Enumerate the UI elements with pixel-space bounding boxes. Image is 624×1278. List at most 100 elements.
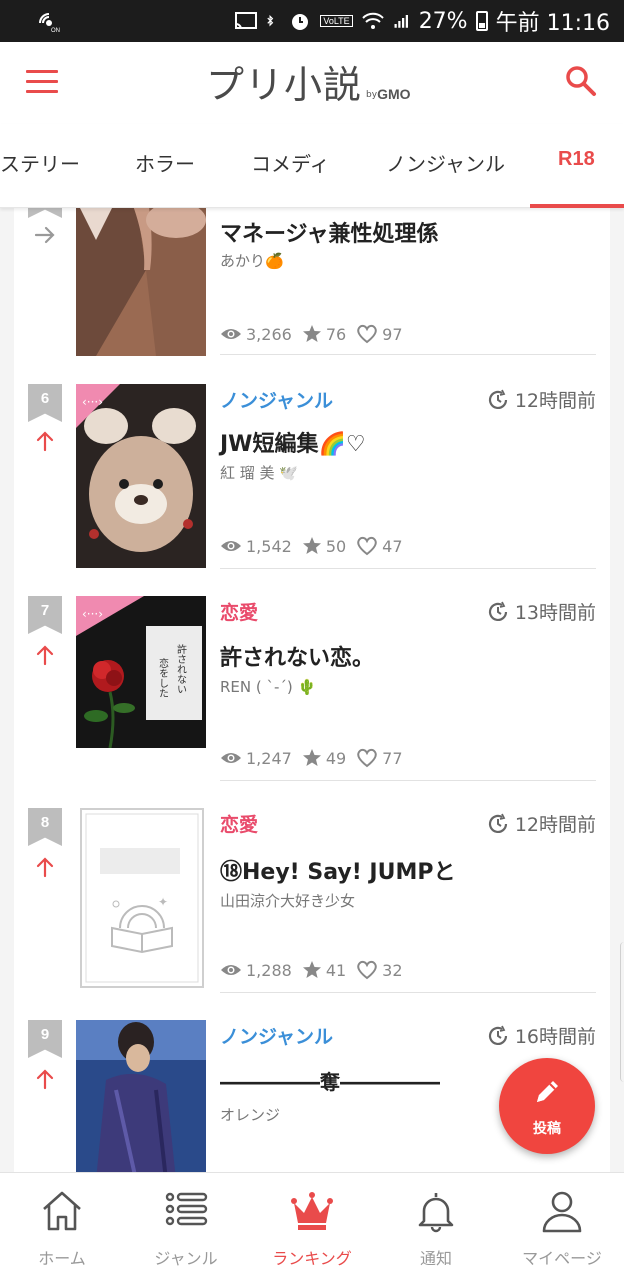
genre-label[interactable]: ノンジャンル [220, 386, 333, 413]
wifi-icon [361, 12, 384, 29]
status-bar: ON VoLTE 27% 午前 11:16 [0, 0, 624, 42]
logo-gmo: GMO [377, 86, 411, 102]
star-count: 41 [325, 960, 347, 980]
rank-badge: 8 [28, 808, 62, 846]
cover-image: 許されない 恋をした ‹···› [76, 596, 206, 748]
heart-icon [357, 960, 378, 980]
tab-nongenre[interactable]: ノンジャンル [386, 148, 505, 177]
scroll-handle[interactable] [620, 942, 624, 1082]
updated-time: 16時間前 [487, 1022, 596, 1049]
tab-comedy[interactable]: コメディ [251, 148, 330, 177]
battery-icon [475, 11, 488, 31]
star-count: 76 [325, 324, 347, 344]
story-title[interactable]: 許されない恋。 [220, 640, 374, 672]
story-title[interactable]: JW短編集🌈♡ [220, 426, 366, 458]
alarm-icon [292, 14, 309, 30]
search-icon[interactable] [564, 64, 598, 98]
battery-percent: 27% [418, 8, 468, 34]
status-icons: VoLTE 27% 午前 11:16 [234, 6, 610, 36]
nav-label: ジャンル [154, 1249, 218, 1268]
arrow-right-icon [34, 226, 55, 244]
divider [220, 780, 596, 781]
list-icon [165, 1192, 208, 1226]
view-count: 1,247 [246, 748, 292, 768]
svg-text:ON: ON [51, 28, 60, 33]
view-count: 1,542 [246, 536, 292, 556]
star-icon [302, 537, 321, 554]
cover-text-2: 恋をした [157, 657, 169, 698]
tab-mystery[interactable]: ステリー [0, 148, 80, 177]
nav-mypage[interactable]: マイページ [500, 1173, 624, 1278]
nav-label: マイページ [522, 1249, 602, 1268]
rank-badge [28, 208, 62, 218]
nav-label: ランキング [272, 1249, 352, 1268]
nav-notifications[interactable]: 通知 [374, 1173, 498, 1278]
time-text: 12時間前 [514, 390, 596, 412]
like-count: 97 [382, 324, 403, 344]
story-stats: 1,288 41 32 [220, 960, 403, 980]
active-tab-indicator [530, 204, 624, 208]
bell-icon [418, 1193, 454, 1233]
genre-label[interactable]: 恋愛 [220, 810, 258, 837]
svg-text:‹···›: ‹···› [82, 607, 103, 621]
genre-label[interactable]: ノンジャンル [220, 1022, 333, 1049]
rank-badge: 7 [28, 596, 62, 634]
story-stats: 1,247 49 77 [220, 748, 403, 768]
crown-icon [291, 1192, 333, 1230]
updated-time: 12時間前 [487, 386, 596, 413]
updated-time: 12時間前 [487, 810, 596, 837]
divider [220, 568, 596, 569]
arrow-up-icon [36, 857, 54, 878]
like-count: 77 [382, 748, 403, 768]
svg-text:✦: ✦ [158, 895, 168, 909]
list-item[interactable]: 6 ‹···› ノンジャンル 12時間前 JW短編集🌈♡ 紅 瑠 美 🕊️ 1,… [14, 370, 610, 582]
like-count: 32 [382, 960, 403, 980]
bluetooth-icon [267, 14, 274, 27]
menu-icon[interactable] [26, 70, 58, 96]
home-icon [43, 1191, 81, 1231]
signal-icon [394, 15, 408, 28]
list-item[interactable]: マネージャ兼性処理係 あかり🍊 3,266 76 97 [14, 208, 610, 370]
story-title[interactable]: ⑱Hey! Say! JUMPと [220, 854, 455, 886]
cover-text-1: 許されない [175, 643, 187, 694]
divider [220, 992, 596, 993]
nav-label: ホーム [38, 1249, 86, 1268]
nav-ranking[interactable]: ランキング [250, 1173, 374, 1278]
arrow-up-icon [36, 431, 54, 452]
nav-label: 通知 [419, 1249, 452, 1268]
ranking-list: マネージャ兼性処理係 あかり🍊 3,266 76 97 6 ‹···› ノンジャ… [0, 208, 624, 1172]
clock-icon [488, 389, 507, 409]
post-label: 投稿 [533, 1121, 561, 1137]
pencil-icon [537, 1081, 558, 1102]
cast-icon [235, 12, 258, 30]
tab-r18[interactable]: R18 [558, 148, 595, 171]
list-item[interactable]: 8 ✦ 恋愛 12時間前 ⑱Hey! Say! JUMPと 山田涼介大好き少女 [14, 794, 610, 1006]
arrow-up-icon [36, 645, 54, 666]
app-logo[interactable]: プリ小説 by GMO [206, 60, 411, 108]
post-button[interactable]: 投稿 [499, 1058, 595, 1154]
cover-image [76, 208, 206, 356]
heart-icon [357, 748, 378, 768]
genre-label[interactable]: 恋愛 [220, 598, 258, 625]
volte-label: VoLTE [320, 15, 353, 27]
rank-badge: 9 [28, 1020, 62, 1058]
nav-home[interactable]: ホーム [0, 1173, 124, 1278]
nfc-icon: ON [39, 13, 60, 33]
star-count: 49 [325, 748, 347, 768]
clock-icon [488, 813, 507, 833]
divider [220, 354, 596, 355]
story-title[interactable]: マネージャ兼性処理係 [220, 216, 438, 248]
star-icon [302, 325, 321, 342]
view-count: 3,266 [246, 324, 292, 344]
list-item[interactable]: 7 許されない 恋をした ‹···› 恋愛 13時間前 許されない恋。 REN … [14, 582, 610, 794]
clock-icon [488, 601, 507, 621]
nav-genre[interactable]: ジャンル [124, 1173, 248, 1278]
story-author: REN ( ˋ-ˊ) 🌵 [220, 678, 317, 696]
tab-horror[interactable]: ホラー [135, 148, 195, 177]
eye-icon [221, 965, 241, 975]
person-icon [542, 1191, 582, 1233]
arrow-up-icon [36, 1069, 54, 1090]
story-title[interactable]: ―――――奪――――― [220, 1066, 440, 1095]
story-author: あかり🍊 [220, 252, 284, 270]
time-text: 13時間前 [514, 602, 596, 624]
